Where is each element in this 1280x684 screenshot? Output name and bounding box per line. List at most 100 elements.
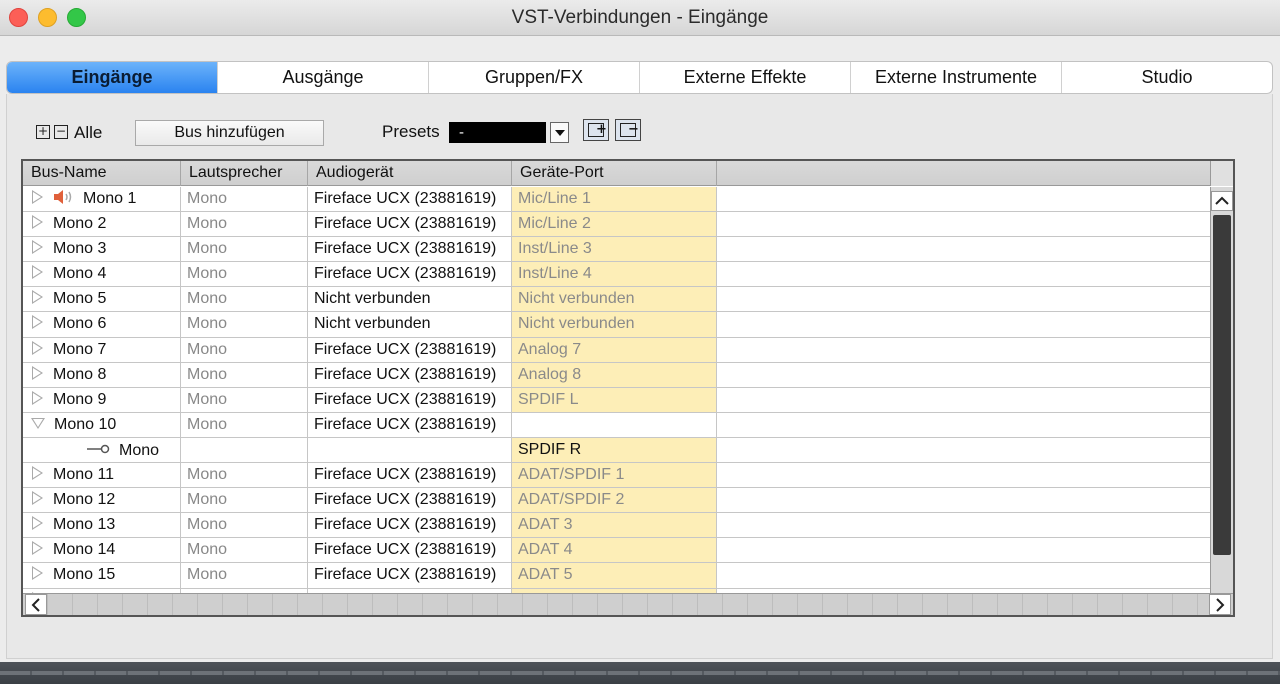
tab-externe-effekte[interactable]: Externe Effekte — [640, 62, 851, 93]
table-row[interactable]: Mono 9 Mono Fireface UCX (23881619) SPDIF L — [23, 387, 1233, 413]
device-port-cell[interactable]: ADAT/SPDIF 2 — [512, 488, 717, 513]
table-row[interactable]: Mono 10 Mono Fireface UCX (23881619) — [23, 412, 1233, 438]
audio-device-cell[interactable]: Fireface UCX (23881619) — [308, 187, 512, 212]
bus-name-cell[interactable]: Mono 12 — [23, 488, 181, 513]
device-port-cell[interactable]: SPDIF R — [512, 437, 717, 463]
device-port-cell[interactable]: ADAT 5 — [512, 563, 717, 588]
speaker-cell[interactable]: Mono — [181, 362, 308, 387]
bus-name-cell[interactable]: Mono 8 — [23, 362, 181, 387]
speaker-cell[interactable]: Mono — [181, 538, 308, 563]
expand-triangle-icon[interactable] — [32, 390, 43, 405]
table-row[interactable]: Mono 13 Mono Fireface UCX (23881619) ADAT 3 — [23, 513, 1233, 539]
audio-device-cell[interactable]: Fireface UCX (23881619) — [308, 337, 512, 362]
table-row[interactable]: Mono 11 Mono Fireface UCX (23881619) ADAT/S… — [23, 463, 1233, 489]
speaker-cell[interactable]: Mono — [181, 513, 308, 538]
device-port-cell[interactable]: Analog 7 — [512, 337, 717, 362]
bus-name-cell[interactable]: Mono 2 — [23, 212, 181, 237]
bus-name-cell[interactable]: Mono 13 — [23, 513, 181, 538]
expand-triangle-icon[interactable] — [32, 240, 43, 255]
bus-name-cell[interactable]: Mono 4 — [23, 262, 181, 287]
audio-device-cell[interactable]: Fireface UCX (23881619) — [308, 262, 512, 287]
device-port-cell[interactable]: Mic/Line 1 — [512, 187, 717, 212]
speaker-cell[interactable]: Mono — [181, 463, 308, 488]
horizontal-scrollbar[interactable] — [23, 593, 1233, 615]
column-header-bus-name[interactable]: Bus-Name — [23, 161, 181, 186]
speaker-icon[interactable] — [53, 189, 75, 205]
audio-device-cell[interactable]: Fireface UCX (23881619) — [308, 362, 512, 387]
bus-name-cell[interactable]: Mono 3 — [23, 237, 181, 262]
audio-device-cell[interactable]: Nicht verbunden — [308, 287, 512, 312]
expand-triangle-icon[interactable] — [32, 365, 43, 380]
table-row[interactable]: Mono 6 Mono Nicht verbunden Nicht verbunden — [23, 312, 1233, 338]
table-row[interactable]: Mono 5 Mono Nicht verbunden Nicht verbunden — [23, 287, 1233, 313]
table-row[interactable]: Mono 3 Mono Fireface UCX (23881619) Inst/Li… — [23, 237, 1233, 263]
speaker-cell[interactable] — [181, 437, 308, 463]
bus-name-cell[interactable]: Mono 11 — [23, 463, 181, 488]
scroll-left-icon[interactable] — [25, 594, 47, 615]
speaker-cell[interactable]: Mono — [181, 212, 308, 237]
scroll-right-icon[interactable] — [1209, 594, 1231, 615]
speaker-cell[interactable]: Mono — [181, 337, 308, 362]
expand-triangle-icon[interactable] — [32, 215, 43, 230]
column-header-speaker[interactable]: Lautsprecher — [181, 161, 308, 186]
device-port-cell[interactable]: SPDIF L — [512, 387, 717, 412]
bus-name-cell[interactable]: Mono 7 — [23, 337, 181, 362]
tab-gruppen-fx[interactable]: Gruppen/FX — [429, 62, 640, 93]
device-port-cell[interactable]: Analog 8 — [512, 362, 717, 387]
table-row[interactable]: Mono 7 Mono Fireface UCX (23881619) Analog … — [23, 337, 1233, 363]
audio-device-cell[interactable] — [308, 437, 512, 463]
tab-eingaenge[interactable]: Eingänge — [7, 62, 218, 93]
bus-name-cell[interactable]: Mono 1 — [23, 187, 181, 212]
bus-name-cell[interactable]: Mono 5 — [23, 287, 181, 312]
expand-triangle-icon[interactable] — [32, 290, 43, 305]
audio-device-cell[interactable]: Fireface UCX (23881619) — [308, 538, 512, 563]
bus-name-cell[interactable]: Mono 14 — [23, 538, 181, 563]
device-port-cell[interactable]: ADAT 3 — [512, 513, 717, 538]
device-port-cell[interactable]: Inst/Line 4 — [512, 262, 717, 287]
speaker-cell[interactable]: Mono — [181, 312, 308, 337]
audio-device-cell[interactable]: Fireface UCX (23881619) — [308, 463, 512, 488]
device-port-cell[interactable]: ADAT 4 — [512, 538, 717, 563]
save-preset-icon[interactable]: + — [583, 119, 609, 141]
plus-box-icon[interactable]: + — [36, 125, 50, 139]
table-row[interactable]: Mono SPDIF R — [23, 437, 1233, 464]
collapse-triangle-icon[interactable] — [31, 417, 45, 429]
vertical-scrollbar[interactable] — [1210, 187, 1233, 615]
device-port-cell[interactable]: Nicht verbunden — [512, 312, 717, 337]
minus-box-icon[interactable]: − — [54, 125, 68, 139]
expand-triangle-icon[interactable] — [32, 541, 43, 556]
bus-name-cell[interactable]: Mono 6 — [23, 312, 181, 337]
speaker-cell[interactable]: Mono — [181, 412, 308, 437]
audio-device-cell[interactable]: Fireface UCX (23881619) — [308, 237, 512, 262]
tab-externe-instrumente[interactable]: Externe Instrumente — [851, 62, 1062, 93]
speaker-cell[interactable]: Mono — [181, 262, 308, 287]
bus-name-cell[interactable]: Mono — [23, 437, 181, 463]
speaker-cell[interactable]: Mono — [181, 488, 308, 513]
audio-device-cell[interactable]: Fireface UCX (23881619) — [308, 412, 512, 437]
device-port-cell[interactable]: Mic/Line 2 — [512, 212, 717, 237]
device-port-cell[interactable]: Inst/Line 3 — [512, 237, 717, 262]
audio-device-cell[interactable]: Fireface UCX (23881619) — [308, 563, 512, 588]
expand-triangle-icon[interactable] — [32, 265, 43, 280]
table-row[interactable]: Mono 4 Mono Fireface UCX (23881619) Inst/Li… — [23, 262, 1233, 288]
bus-name-cell[interactable]: Mono 15 — [23, 563, 181, 588]
preset-select[interactable]: - — [449, 122, 546, 143]
expand-triangle-icon[interactable] — [32, 516, 43, 531]
vertical-scroll-thumb[interactable] — [1213, 215, 1231, 555]
expand-triangle-icon[interactable] — [32, 491, 43, 506]
chevron-down-icon[interactable] — [550, 122, 569, 143]
expand-triangle-icon[interactable] — [32, 315, 43, 330]
audio-device-cell[interactable]: Nicht verbunden — [308, 312, 512, 337]
add-bus-button[interactable]: Bus hinzufügen — [135, 120, 324, 146]
delete-preset-icon[interactable]: − — [615, 119, 641, 141]
speaker-cell[interactable]: Mono — [181, 287, 308, 312]
bus-name-cell[interactable]: Mono 9 — [23, 387, 181, 412]
speaker-cell[interactable]: Mono — [181, 563, 308, 588]
column-header-audio-device[interactable]: Audiogerät — [308, 161, 512, 186]
table-row[interactable]: Mono 8 Mono Fireface UCX (23881619) Analog … — [23, 362, 1233, 388]
audio-device-cell[interactable]: Fireface UCX (23881619) — [308, 212, 512, 237]
device-port-cell[interactable]: Nicht verbunden — [512, 287, 717, 312]
expand-triangle-icon[interactable] — [32, 190, 43, 204]
table-row[interactable]: Mono 12 Mono Fireface UCX (23881619) ADAT/S… — [23, 488, 1233, 514]
audio-device-cell[interactable]: Fireface UCX (23881619) — [308, 387, 512, 412]
